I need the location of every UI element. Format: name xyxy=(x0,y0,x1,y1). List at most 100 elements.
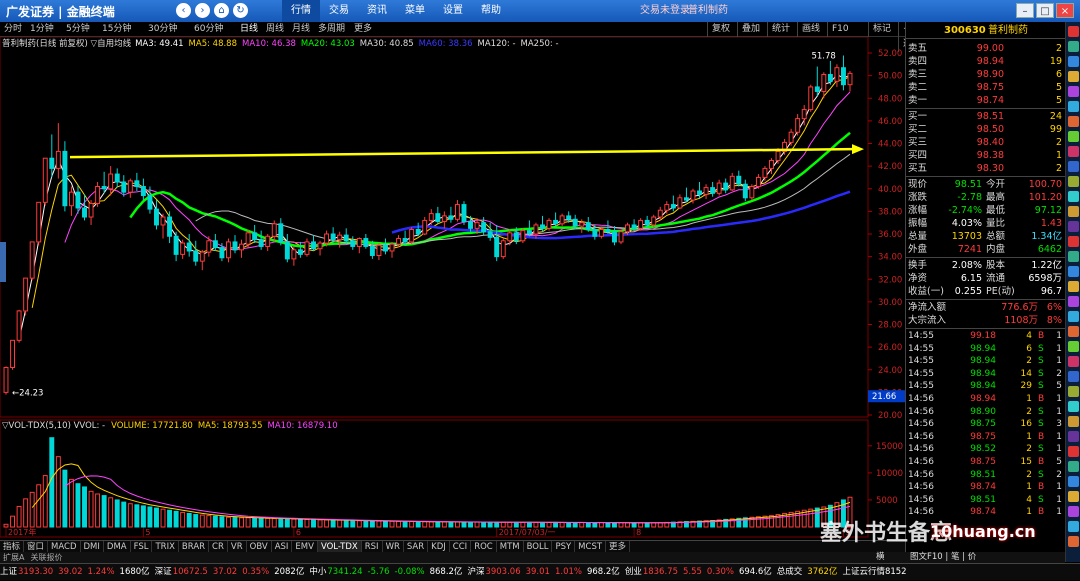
ask-row-2[interactable]: 卖三 98.90 6 xyxy=(906,68,1066,81)
toolbar-icon-27[interactable] xyxy=(1068,431,1079,442)
toolbar-icon-1[interactable] xyxy=(1068,41,1079,52)
title-stock-name: 普利制药 xyxy=(688,5,728,16)
candle-body-63 xyxy=(415,228,421,235)
tool-3[interactable]: 画线 xyxy=(797,22,820,37)
bid-volume: 99 xyxy=(1049,124,1062,135)
toolbar-icon-22[interactable] xyxy=(1068,356,1079,367)
toolbar-icon-20[interactable] xyxy=(1068,326,1079,337)
toolbar-icon-12[interactable] xyxy=(1068,206,1079,217)
toolbar-icon-9[interactable] xyxy=(1068,161,1079,172)
candle-body-98 xyxy=(644,219,650,226)
ask-row-0[interactable]: 卖五 99.00 2 xyxy=(906,42,1066,55)
forward-icon[interactable]: › xyxy=(195,3,210,18)
period-0[interactable]: 分时 xyxy=(4,22,22,37)
tool-4[interactable]: F10 xyxy=(827,22,849,37)
bid-row-2[interactable]: 买三 98.40 2 xyxy=(906,136,1066,149)
ask-row-4[interactable]: 卖一 98.74 5 xyxy=(906,94,1066,107)
tool-5[interactable]: 标记 xyxy=(868,22,891,37)
bid-row-1[interactable]: 买二 98.50 99 xyxy=(906,123,1066,136)
toolbar-icon-18[interactable] xyxy=(1068,296,1079,307)
menu-item-1[interactable]: 交易 xyxy=(320,0,358,22)
period-7[interactable]: 周线 xyxy=(266,22,284,37)
volume-bar-47 xyxy=(311,519,316,528)
menu-item-0[interactable]: 行情 xyxy=(282,0,320,22)
toolbar-icon-11[interactable] xyxy=(1068,191,1079,202)
toolbar-icon-13[interactable] xyxy=(1068,221,1079,232)
toolbar-icon-29[interactable] xyxy=(1068,461,1079,472)
period-6[interactable]: 日线 xyxy=(240,22,258,37)
maximize-icon[interactable]: □ xyxy=(1036,3,1054,18)
period-10[interactable]: 更多 xyxy=(354,22,372,37)
bid-row-0[interactable]: 买一 98.51 24 xyxy=(906,110,1066,123)
toolbar-icon-24[interactable] xyxy=(1068,386,1079,397)
toolbar-icon-21[interactable] xyxy=(1068,341,1079,352)
sub-tab-0[interactable]: 扩展A xyxy=(0,552,27,563)
toolbar-icon-7[interactable] xyxy=(1068,131,1079,142)
index-label-0[interactable]: 上证 xyxy=(0,564,17,581)
candle-body-50 xyxy=(330,233,336,241)
toolbar-icon-14[interactable] xyxy=(1068,236,1079,247)
toolbar-icon-10[interactable] xyxy=(1068,176,1079,187)
toolbar-icon-0[interactable] xyxy=(1068,26,1079,37)
back-icon[interactable]: ‹ xyxy=(176,3,191,18)
home-icon[interactable]: ⌂ xyxy=(214,3,229,18)
toolbar-icon-30[interactable] xyxy=(1068,476,1079,487)
toolbar-icon-5[interactable] xyxy=(1068,101,1079,112)
toolbar-icon-19[interactable] xyxy=(1068,311,1079,322)
toolbar-icon-6[interactable] xyxy=(1068,116,1079,127)
tool-1[interactable]: 叠加 xyxy=(737,22,760,37)
period-9[interactable]: 多周期 xyxy=(318,22,345,37)
menu-item-2[interactable]: 资讯 xyxy=(358,0,396,22)
toolbar-icon-3[interactable] xyxy=(1068,71,1079,82)
toolbar-icon-33[interactable] xyxy=(1068,521,1079,532)
toolbar-icon-34[interactable] xyxy=(1068,536,1079,547)
fund-row-2: 收益(一) 0.255 PE(动) 96.7 xyxy=(906,285,1066,298)
toolbar-icon-15[interactable] xyxy=(1068,251,1079,262)
period-4[interactable]: 30分钟 xyxy=(148,22,177,37)
toolbar-icon-28[interactable] xyxy=(1068,446,1079,457)
candle-body-10 xyxy=(68,191,74,207)
index-label-4[interactable]: 创业 xyxy=(625,564,642,581)
toolbar-icon-25[interactable] xyxy=(1068,401,1079,412)
bid-row-4[interactable]: 买五 98.30 2 xyxy=(906,162,1066,175)
toolbar-icon-8[interactable] xyxy=(1068,146,1079,157)
period-1[interactable]: 1分钟 xyxy=(30,22,54,37)
tool-0[interactable]: 复权 xyxy=(707,22,730,37)
toolbar-icon-17[interactable] xyxy=(1068,281,1079,292)
bid-row-3[interactable]: 买四 98.38 1 xyxy=(906,149,1066,162)
trade-login-notice[interactable]: 交易未登录 xyxy=(640,0,690,22)
quote-footer-tabs[interactable]: 图文F10 | 笔 | 价 xyxy=(910,552,976,563)
tick-price: 98.75 xyxy=(970,431,996,442)
close-icon[interactable]: × xyxy=(1056,3,1074,18)
period-3[interactable]: 15分钟 xyxy=(102,22,131,37)
toolbar-icon-16[interactable] xyxy=(1068,266,1079,277)
menu-item-4[interactable]: 设置 xyxy=(434,0,472,22)
volume-bar-65 xyxy=(428,521,434,528)
index-label-3[interactable]: 沪深 xyxy=(467,564,484,581)
toolbar-icon-4[interactable] xyxy=(1068,86,1079,97)
period-8[interactable]: 月线 xyxy=(292,22,310,37)
ask-row-3[interactable]: 卖二 98.75 5 xyxy=(906,81,1066,94)
kline-chart[interactable]: 20.0022.0024.0026.0028.0030.0032.0034.00… xyxy=(0,36,905,540)
index-label-2[interactable]: 中小 xyxy=(309,564,326,581)
toolbar-icon-32[interactable] xyxy=(1068,506,1079,517)
orientation-toggle[interactable]: 横 xyxy=(876,552,885,563)
refresh-icon[interactable]: ↻ xyxy=(233,3,248,18)
period-5[interactable]: 60分钟 xyxy=(194,22,223,37)
period-2[interactable]: 5分钟 xyxy=(66,22,90,37)
sub-tab-1[interactable]: 关联报价 xyxy=(27,552,65,563)
tool-2[interactable]: 统计 xyxy=(767,22,790,37)
toolbar-icon-2[interactable] xyxy=(1068,56,1079,67)
stat-row-1: 涨跌 -2.78 最高 101.20 xyxy=(906,191,1066,204)
toolbar-icon-26[interactable] xyxy=(1068,416,1079,427)
menu-item-3[interactable]: 菜单 xyxy=(396,0,434,22)
toolbar-icon-23[interactable] xyxy=(1068,371,1079,382)
minimize-icon[interactable]: – xyxy=(1016,3,1034,18)
kline-chart-area[interactable]: 20.0022.0024.0026.0028.0030.0032.0034.00… xyxy=(0,36,905,540)
volume-bar-75 xyxy=(494,521,500,528)
ask-row-1[interactable]: 卖四 98.94 19 xyxy=(906,55,1066,68)
tick-volume: 2 xyxy=(1026,356,1032,367)
menu-item-5[interactable]: 帮助 xyxy=(472,0,510,22)
toolbar-icon-31[interactable] xyxy=(1068,491,1079,502)
index-label-1[interactable]: 深证 xyxy=(155,564,172,581)
